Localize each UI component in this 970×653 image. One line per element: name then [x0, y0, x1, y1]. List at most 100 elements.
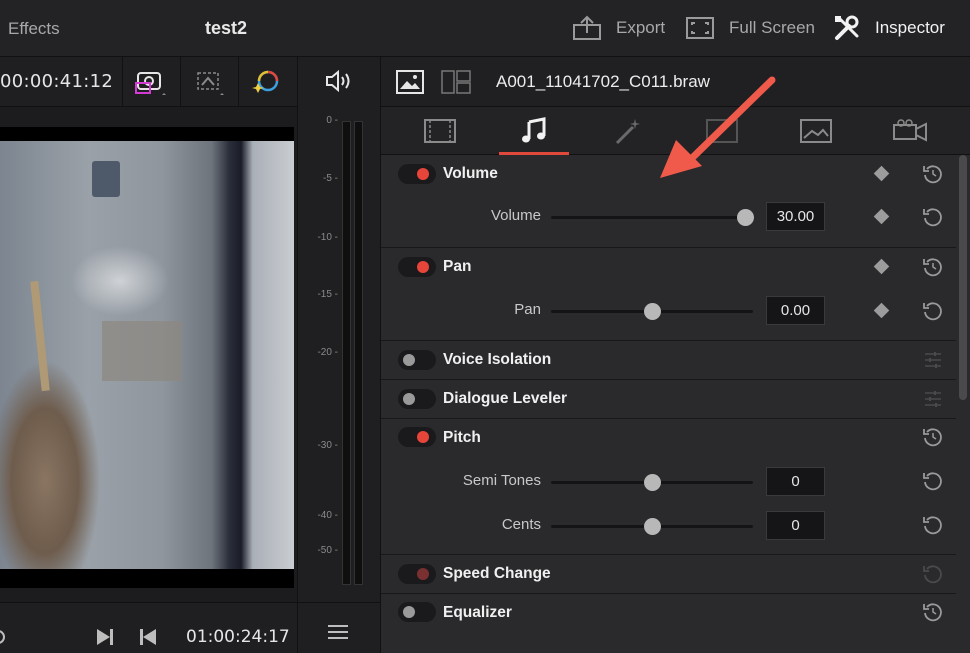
keyframe-icon[interactable] [873, 258, 890, 275]
sign-shape [102, 321, 182, 381]
meter-scale-label: -15 - [317, 289, 338, 300]
divider [180, 57, 181, 107]
previous-frame-icon[interactable] [138, 627, 158, 647]
reset-icon[interactable] [922, 470, 944, 492]
slider-thumb[interactable] [644, 303, 661, 320]
adjust-icon[interactable] [925, 390, 941, 408]
slider-thumb[interactable] [644, 518, 661, 535]
dialogue-leveler-toggle[interactable] [398, 389, 436, 409]
viewer[interactable] [0, 107, 297, 602]
tab-image[interactable] [769, 107, 863, 155]
reset-icon[interactable] [922, 426, 944, 448]
volume-section-title: Volume [443, 165, 498, 182]
export-icon [573, 15, 601, 40]
tab-audio[interactable] [487, 107, 581, 155]
full-screen-icon [686, 17, 714, 39]
divider [298, 602, 382, 603]
tools-icon [835, 15, 859, 40]
project-title: test2 [205, 18, 248, 38]
pan-section-title: Pan [443, 258, 472, 275]
semi-tones-label: Semi Tones [462, 472, 541, 489]
volume-toggle[interactable] [398, 164, 436, 184]
speed-change-title: Speed Change [443, 565, 551, 582]
meter-scale-label: -10 - [317, 232, 338, 243]
inspector-header: A001_11041702_C011.braw [381, 57, 970, 107]
pan-param-label: Pan [514, 301, 541, 318]
equalizer-title: Equalizer [443, 604, 512, 621]
meter-scale-label: -30 - [317, 440, 338, 451]
cents-label: Cents [501, 516, 541, 533]
keyframe-icon[interactable] [873, 208, 890, 225]
pitch-section: Pitch Semi Tones 0 Cents 0 [381, 419, 956, 555]
speed-change-toggle[interactable] [398, 564, 436, 584]
menu-icon[interactable] [328, 623, 348, 641]
image-tab-icon [800, 119, 832, 143]
inspector-scrollbar[interactable] [959, 155, 967, 400]
viewer-toolbar: 00:00:41:12 [0, 57, 297, 107]
effects-tab[interactable]: Effects [8, 19, 60, 39]
pitch-section-title: Pitch [443, 429, 481, 446]
keyframe-icon[interactable] [873, 302, 890, 319]
voice-isolation-toggle[interactable] [398, 350, 436, 370]
reset-icon[interactable] [922, 256, 944, 278]
inspector-button[interactable]: Inspector [833, 12, 945, 44]
dialogue-leveler-title: Dialogue Leveler [443, 390, 568, 407]
semi-tones-value-field[interactable]: 0 [766, 467, 825, 496]
audio-tab-icon [522, 117, 546, 143]
voice-isolation-section: Voice Isolation [381, 341, 956, 380]
reset-icon[interactable] [922, 563, 944, 585]
volume-param-label: Volume [490, 207, 541, 224]
volume-value-field[interactable]: 30.00 [766, 202, 825, 231]
pitch-toggle[interactable] [398, 427, 436, 447]
equalizer-toggle[interactable] [398, 602, 436, 622]
reset-icon[interactable] [922, 514, 944, 536]
divider [122, 57, 123, 107]
transport-timecode[interactable]: 01:00:24:17 [186, 627, 290, 647]
dialogue-leveler-section: Dialogue Leveler [381, 380, 956, 419]
lamp-shape [92, 161, 120, 197]
reset-icon[interactable] [922, 206, 944, 228]
tab-transition[interactable] [675, 107, 769, 155]
next-frame-icon[interactable] [95, 627, 115, 647]
play-reverse-icon[interactable] [0, 627, 6, 647]
keyframe-icon[interactable] [873, 165, 890, 182]
inspector-label: Inspector [875, 18, 945, 37]
adjust-icon[interactable] [925, 351, 941, 369]
clip-thumbnail-icon[interactable] [396, 70, 424, 94]
compare-clips-icon[interactable] [441, 70, 471, 94]
semi-tones-slider[interactable] [551, 474, 753, 491]
divider [238, 57, 239, 107]
meter-scale-label: -20 - [317, 347, 338, 358]
camera-overlay-icon[interactable] [132, 67, 168, 97]
reset-icon[interactable] [922, 300, 944, 322]
reset-icon[interactable] [922, 601, 944, 623]
viewer-timecode[interactable]: 00:00:41:12 [0, 71, 113, 92]
cents-value-field[interactable]: 0 [766, 511, 825, 540]
pan-section: Pan Pan 0.00 [381, 248, 956, 341]
export-label: Export [616, 18, 666, 37]
stick-shape [30, 280, 50, 392]
equalizer-section: Equalizer [381, 594, 956, 653]
video-tab-icon [424, 119, 456, 143]
volume-slider[interactable] [551, 209, 754, 226]
slider-thumb[interactable] [736, 209, 754, 226]
pan-toggle[interactable] [398, 257, 436, 277]
cents-slider[interactable] [551, 518, 753, 535]
tab-effects[interactable] [581, 107, 675, 155]
speaker-icon[interactable] [324, 69, 354, 93]
top-bar: Effects test2 Export Full Screen Inspect… [0, 0, 970, 57]
effects-tab-icon [615, 119, 640, 145]
export-button[interactable]: Export [572, 12, 665, 44]
transform-icon[interactable] [190, 67, 226, 97]
tab-video[interactable] [393, 107, 487, 155]
reset-icon[interactable] [922, 163, 944, 185]
tab-file[interactable] [863, 107, 957, 155]
slider-thumb[interactable] [644, 474, 661, 491]
file-tab-icon [893, 119, 927, 142]
full-screen-button[interactable]: Full Screen [685, 12, 815, 44]
pan-value-field[interactable]: 0.00 [766, 296, 825, 325]
audio-meter-panel: 0 - -5 - -10 - -15 - -20 - -30 - -40 - -50 - [297, 57, 382, 653]
color-magic-icon[interactable] [248, 67, 284, 97]
clip-name: A001_11041702_C011.braw [496, 72, 710, 91]
pan-slider[interactable] [551, 303, 753, 320]
